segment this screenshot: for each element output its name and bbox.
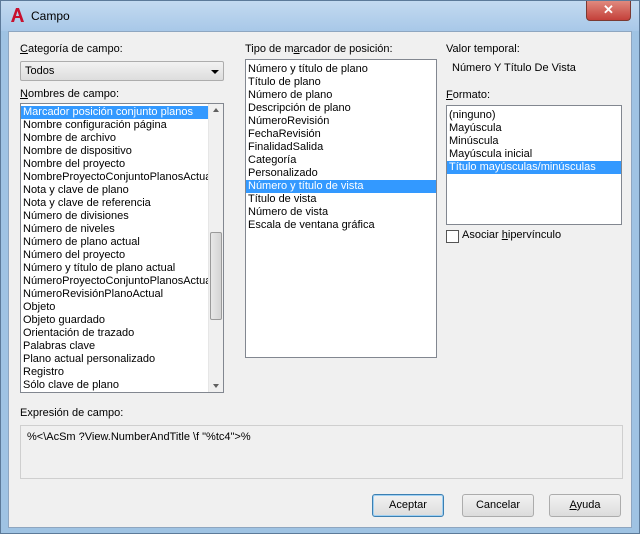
close-button[interactable]: ✕ bbox=[586, 1, 631, 21]
chevron-down-icon bbox=[211, 70, 219, 74]
nombres-list-item[interactable]: Número de plano actual bbox=[21, 236, 209, 249]
nombres-list-item[interactable]: Palabras clave bbox=[21, 340, 209, 353]
aceptar-button[interactable]: Aceptar bbox=[372, 494, 444, 517]
close-icon: ✕ bbox=[603, 2, 614, 17]
expresion-label: Expresión de campo: bbox=[20, 407, 124, 419]
nombres-list-item[interactable]: Objeto guardado bbox=[21, 314, 209, 327]
campo-dialog: Campo ✕ Categoría de campo: Todos Nombre… bbox=[0, 0, 640, 534]
formato-list-item[interactable]: (ninguno) bbox=[447, 109, 621, 122]
expresion-value: %<\AcSm ?View.NumberAndTitle \f "%tc4">% bbox=[27, 431, 251, 443]
tipo-list-item[interactable]: Número y título de plano bbox=[246, 63, 436, 76]
categoria-dropdown[interactable]: Todos bbox=[20, 61, 224, 81]
nombres-list-item[interactable]: Nombre de archivo bbox=[21, 132, 209, 145]
nombres-list-item[interactable]: Nombre de dispositivo bbox=[21, 145, 209, 158]
nombres-label: Nombres de campo: bbox=[20, 88, 120, 100]
scroll-down-icon[interactable] bbox=[213, 384, 219, 388]
valor-temporal-box: Número Y Título De Vista bbox=[446, 58, 622, 78]
valor-temporal-label: Valor temporal: bbox=[446, 43, 520, 55]
tipo-listbox[interactable]: Número y título de plano Título de plano N… bbox=[245, 59, 437, 358]
tipo-list-item[interactable]: Número de vista bbox=[246, 206, 436, 219]
expresion-box: %<\AcSm ?View.NumberAndTitle \f "%tc4">% bbox=[20, 425, 623, 479]
nombres-list-item[interactable]: NúmeroProyectoConjuntoPlanosActual bbox=[21, 275, 214, 288]
nombres-list-item[interactable]: Número del proyecto bbox=[21, 249, 209, 262]
nombres-list-item[interactable]: Objeto bbox=[21, 301, 209, 314]
nombres-listbox[interactable]: Marcador posición conjunto planos Nombre … bbox=[20, 103, 224, 393]
valor-temporal-value: Número Y Título De Vista bbox=[452, 62, 576, 74]
formato-list-item[interactable]: Minúscula bbox=[447, 135, 621, 148]
nombres-list-item[interactable]: Orientación de trazado bbox=[21, 327, 209, 340]
tipo-label: Tipo de marcador de posición: bbox=[245, 43, 393, 55]
categoria-selected-value: Todos bbox=[25, 65, 55, 77]
tipo-list-item[interactable]: Categoría bbox=[246, 154, 436, 167]
window-title: Campo bbox=[31, 9, 70, 23]
formato-label: Formato: bbox=[446, 89, 491, 101]
tipo-list-item[interactable]: FinalidadSalida bbox=[246, 141, 436, 154]
tipo-list-item[interactable]: FechaRevisión bbox=[246, 128, 436, 141]
tipo-list-item[interactable]: Título de plano bbox=[246, 76, 436, 89]
nombres-list-item[interactable]: Número y título de plano actual bbox=[21, 262, 209, 275]
tipo-list-item[interactable]: NúmeroRevisión bbox=[246, 115, 436, 128]
nombres-list-item[interactable]: NúmeroRevisiónPlanoActual bbox=[21, 288, 209, 301]
nombres-list-item[interactable]: Nombre configuración página bbox=[21, 119, 209, 132]
dialog-body: Categoría de campo: Todos Nombres de cam… bbox=[8, 31, 632, 528]
categoria-label: Categoría de campo: bbox=[20, 43, 123, 55]
nombres-list-item[interactable]: Plano actual personalizado bbox=[21, 353, 209, 366]
tipo-list-item[interactable]: Descripción de plano bbox=[246, 102, 436, 115]
formato-list-item[interactable]: Título mayúsculas/minúsculas bbox=[447, 161, 621, 174]
hipervinculo-checkbox[interactable] bbox=[446, 230, 459, 243]
nombres-list-item[interactable]: Número de divisiones bbox=[21, 210, 209, 223]
tipo-list-item[interactable]: Personalizado bbox=[246, 167, 436, 180]
nombres-scrollbar[interactable] bbox=[208, 104, 223, 392]
cancelar-button[interactable]: Cancelar bbox=[462, 494, 534, 517]
ayuda-button[interactable]: Ayuda bbox=[549, 494, 621, 517]
nombres-list-item[interactable]: Nota y clave de plano bbox=[21, 184, 209, 197]
tipo-list-item[interactable]: Número de plano bbox=[246, 89, 436, 102]
title-bar[interactable]: Campo ✕ bbox=[1, 1, 639, 31]
nombres-list-item[interactable]: Marcador posición conjunto planos bbox=[21, 106, 209, 119]
formato-list-item[interactable]: Mayúscula bbox=[447, 122, 621, 135]
tipo-list-item[interactable]: Número y título de vista bbox=[246, 180, 436, 193]
nombres-list-item[interactable]: Sólo clave de plano bbox=[21, 379, 209, 392]
autocad-a-icon bbox=[11, 8, 24, 22]
scroll-up-icon[interactable] bbox=[213, 108, 219, 112]
tipo-list-item[interactable]: Escala de ventana gráfica bbox=[246, 219, 436, 232]
nombres-list-item[interactable]: Nota y clave de referencia bbox=[21, 197, 209, 210]
scroll-thumb[interactable] bbox=[210, 232, 222, 320]
nombres-list-item[interactable]: Número de niveles bbox=[21, 223, 209, 236]
nombres-list-item[interactable]: Nombre del proyecto bbox=[21, 158, 209, 171]
formato-list-item[interactable]: Mayúscula inicial bbox=[447, 148, 621, 161]
nombres-list-item[interactable]: NombreProyectoConjuntoPlanosActual bbox=[21, 171, 214, 184]
hipervinculo-label[interactable]: Asociar hipervínculo bbox=[462, 229, 561, 241]
nombres-list-item[interactable]: Registro bbox=[21, 366, 209, 379]
formato-listbox[interactable]: (ninguno) Mayúscula Minúscula Mayúscula ini… bbox=[446, 105, 622, 225]
nombres-list-item[interactable]: Sólo clave de referencia bbox=[21, 392, 209, 393]
tipo-list-item[interactable]: Título de vista bbox=[246, 193, 436, 206]
